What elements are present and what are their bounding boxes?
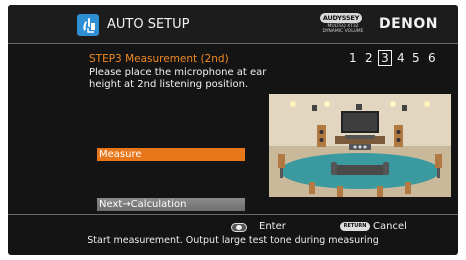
audyssey-logo: AUDYSSEY MULTEQ XT32 DYNAMIC VOLUME [320,13,366,35]
measure-button[interactable]: Measure [97,148,245,161]
audyssey-badge: AUDYSSEY [320,13,362,23]
header-bar: AUTO SETUP AUDYSSEY MULTEQ XT32 DYNAMIC … [8,5,458,43]
instruction-text: Please place the microphone at ear heigh… [89,67,267,90]
enter-label: Enter [259,221,286,232]
return-button-icon: RETURN [340,222,370,231]
auto-setup-icon [77,14,99,36]
step-4: 4 [397,51,405,65]
next-calculation-button[interactable]: Next→Calculation [97,198,245,211]
audyssey-subtitle: MULTEQ XT32 DYNAMIC VOLUME [322,24,364,34]
step-2: 2 [365,51,373,65]
step-5: 5 [412,51,420,65]
step-6: 6 [428,51,436,65]
brand-logo: DENON [379,16,439,32]
speaker-layout-illustration [269,94,451,197]
step-3-active: 3 [378,50,392,66]
enter-button-icon [231,223,247,232]
step-1: 1 [349,51,357,65]
cancel-label: Cancel [373,221,407,232]
step-title: STEP3 Measurement (2nd) [89,53,229,65]
footer-divider [8,214,458,215]
setup-screen: AUTO SETUP AUDYSSEY MULTEQ XT32 DYNAMIC … [8,5,458,255]
header-divider [8,43,458,44]
app-title: AUTO SETUP [107,17,190,32]
status-message: Start measurement. Output large test ton… [87,235,379,246]
